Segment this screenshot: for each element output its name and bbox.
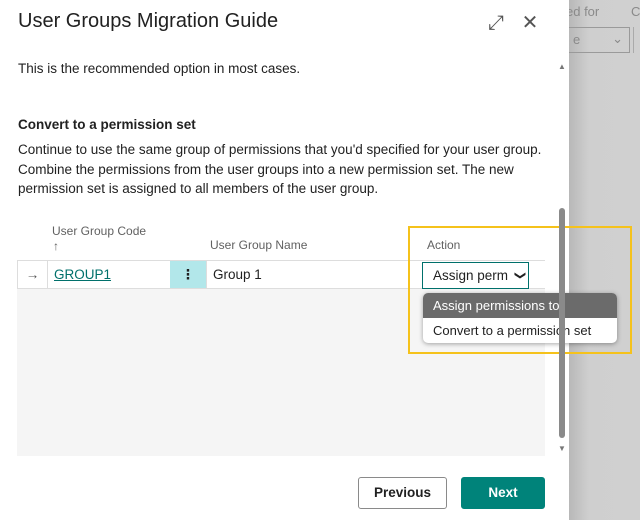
scrollbar-thumb[interactable] xyxy=(559,208,565,438)
scroll-up-icon[interactable]: ▲ xyxy=(558,62,566,71)
row-actions-icon[interactable]: ⋮ xyxy=(170,261,206,288)
scrollbar[interactable]: ▲ ▼ xyxy=(557,58,567,453)
chevron-down-icon: ⌄ xyxy=(612,31,623,46)
sort-ascending-icon: ↑ xyxy=(53,239,59,253)
intro-text: This is the recommended option in most c… xyxy=(18,61,301,76)
background-label: ed for xyxy=(566,4,600,19)
row-arrow-icon: → xyxy=(17,261,47,288)
column-header-code[interactable]: User Group Code xyxy=(52,224,146,238)
section-text: Continue to use the same group of permis… xyxy=(18,142,542,196)
dialog-title: User Groups Migration Guide xyxy=(18,10,279,32)
close-icon[interactable]: ✕ xyxy=(522,12,539,34)
background-divider xyxy=(633,27,640,53)
previous-button[interactable]: Previous xyxy=(358,477,447,509)
migration-guide-dialog: User Groups Migration Guide ⤢ ✕ This is … xyxy=(0,0,632,520)
highlight-box xyxy=(408,226,632,354)
background-select: e ⌄ xyxy=(564,27,630,53)
expand-icon[interactable]: ⤢ xyxy=(488,12,504,34)
cell-name: Group 1 xyxy=(206,261,406,288)
section-title: Convert to a permission set xyxy=(18,117,196,132)
background-label-2: C xyxy=(631,4,640,19)
scroll-down-icon[interactable]: ▼ xyxy=(558,444,566,453)
column-header-name[interactable]: User Group Name xyxy=(210,238,307,252)
group-code-link[interactable]: GROUP1 xyxy=(54,267,111,282)
cell-code: GROUP1 xyxy=(47,261,170,288)
next-button[interactable]: Next xyxy=(461,477,545,509)
